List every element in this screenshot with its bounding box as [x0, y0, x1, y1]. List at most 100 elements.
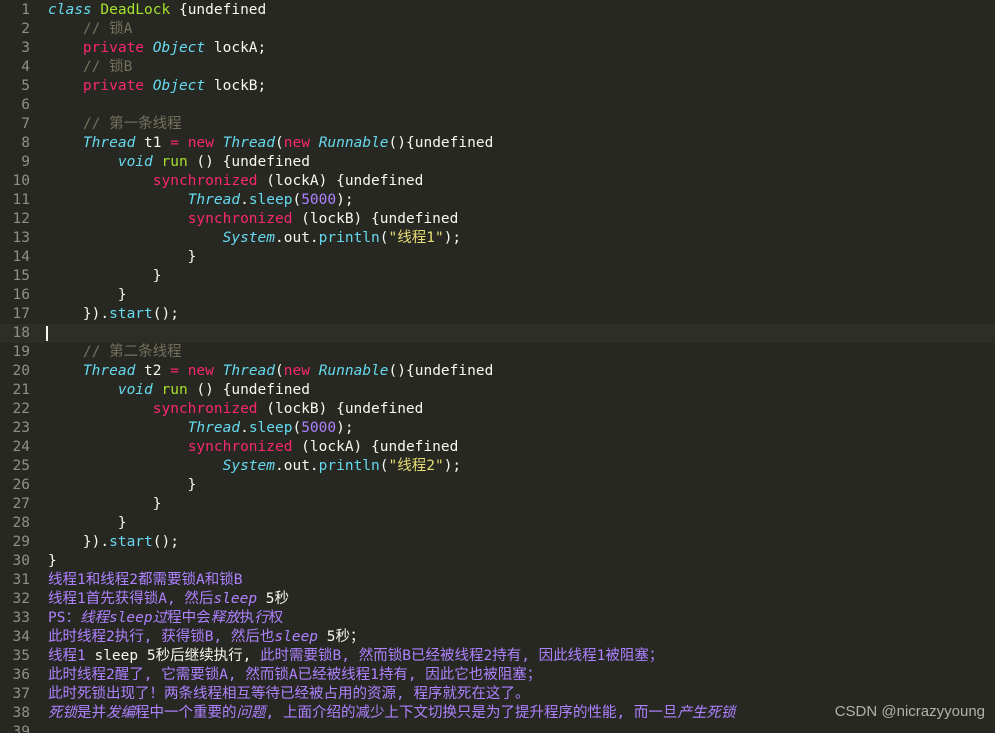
code-line[interactable]: 24 synchronized (lockA) {undefined [0, 438, 995, 457]
code-token: void [117, 382, 153, 398]
code-line[interactable]: 11 Thread.sleep(5000); [0, 191, 995, 210]
code-line[interactable]: 25 System.out.println("线程2"); [0, 457, 995, 476]
code-text: System.out.println("线程2"); [48, 457, 462, 476]
code-token: private [82, 40, 145, 56]
code-line[interactable]: 13 System.out.println("线程1"); [0, 229, 995, 248]
code-line[interactable]: 32 线程1首先获得锁A, 然后sleep 5秒 [0, 590, 995, 609]
code-token: 死锁 [48, 705, 77, 721]
code-line[interactable]: 19 // 第二条线程 [0, 343, 995, 362]
code-token: Thread [82, 363, 136, 379]
code-line[interactable]: 16 } [0, 286, 995, 305]
code-line[interactable]: 35 线程1 sleep 5秒后继续执行, 此时需要锁B, 然而锁B已经被线程2持… [0, 647, 995, 666]
line-number: 2 [21, 21, 30, 37]
code-token: new [283, 135, 310, 151]
code-line[interactable]: 22 synchronized (lockB) {undefined [0, 400, 995, 419]
code-line[interactable]: 31 线程1和线程2都需要锁A和锁B [0, 571, 995, 590]
code-text: } [48, 514, 127, 533]
code-token: } [48, 249, 197, 265]
code-token: } [48, 496, 162, 512]
code-text: // 锁A [48, 20, 132, 39]
code-line[interactable]: 37 此时死锁出现了！两条线程相互等待已经被占用的资源, 程序就死在这了。 [0, 685, 995, 704]
code-line[interactable]: 36 此时线程2醒了, 它需要锁A, 然而锁A已经被线程1持有, 因此它也被阻塞； [0, 666, 995, 685]
code-line[interactable]: 2 // 锁A [0, 20, 995, 39]
code-token: synchronized [152, 401, 258, 417]
code-token: } [48, 477, 197, 493]
line-number: 14 [12, 249, 30, 265]
code-token: ); [336, 192, 354, 208]
code-text: PS：线程sleep过程中会释放执行权 [48, 609, 283, 628]
code-token: = [170, 135, 179, 151]
code-token: sleep [248, 420, 293, 436]
code-line[interactable]: 14 } [0, 248, 995, 267]
line-number: 12 [12, 211, 30, 227]
code-token: start [109, 306, 153, 322]
line-number: 29 [12, 534, 30, 550]
code-line[interactable]: 27 } [0, 495, 995, 514]
line-number: 24 [12, 439, 30, 455]
code-token: println [318, 230, 380, 246]
code-text: }).start(); [48, 533, 179, 552]
code-token: (); [152, 306, 179, 322]
code-line[interactable]: 23 Thread.sleep(5000); [0, 419, 995, 438]
code-token: , 上面介绍的减少上下文切换只是为了提升程序的性能, 而一旦 [265, 705, 678, 721]
code-token: . [240, 192, 249, 208]
code-line[interactable]: 38 死锁是并发编程中一个重要的问题, 上面介绍的减少上下文切换只是为了提升程序的… [0, 704, 995, 723]
code-line[interactable]: 15 } [0, 267, 995, 286]
line-number: 27 [12, 496, 30, 512]
code-line[interactable]: 1 class DeadLock {undefined [0, 1, 995, 20]
code-token: (lockA) {undefined [292, 439, 459, 455]
code-line[interactable]: 9 void run () {undefined [0, 153, 995, 172]
code-text: } [48, 267, 162, 286]
code-line[interactable]: 18 [0, 324, 995, 343]
line-number: 9 [21, 154, 30, 170]
line-number: 5 [21, 78, 30, 94]
code-line[interactable]: 12 synchronized (lockB) {undefined [0, 210, 995, 229]
code-line[interactable]: 21 void run () {undefined [0, 381, 995, 400]
code-text: synchronized (lockA) {undefined [48, 438, 459, 457]
line-number: 7 [21, 116, 30, 132]
code-line[interactable]: 29 }).start(); [0, 533, 995, 552]
code-line[interactable]: 26 } [0, 476, 995, 495]
line-number: 28 [12, 515, 30, 531]
code-line[interactable]: 5 private Object lockB; [0, 77, 995, 96]
code-token: 5000 [301, 420, 337, 436]
code-line[interactable]: 7 // 第一条线程 [0, 115, 995, 134]
code-token: ); [336, 420, 354, 436]
code-line[interactable]: 28 } [0, 514, 995, 533]
code-line[interactable]: 17 }).start(); [0, 305, 995, 324]
code-text: 此时死锁出现了！两条线程相互等待已经被占用的资源, 程序就死在这了。 [48, 685, 529, 704]
code-line[interactable]: 30} [0, 552, 995, 571]
code-line[interactable]: 3 private Object lockA; [0, 39, 995, 58]
code-line[interactable]: 20 Thread t2 = new Thread(new Runnable()… [0, 362, 995, 381]
code-token: synchronized [187, 211, 293, 227]
line-number: 11 [12, 192, 30, 208]
code-token: (); [152, 534, 179, 550]
code-token: . [240, 420, 249, 436]
code-token: Thread [187, 420, 241, 436]
code-token: ); [443, 458, 462, 474]
code-token: sleep [248, 192, 293, 208]
code-text: 线程1和线程2都需要锁A和锁B [48, 571, 242, 590]
code-line[interactable]: 33 PS：线程sleep过程中会释放执行权 [0, 609, 995, 628]
code-line[interactable]: 8 Thread t1 = new Thread(new Runnable(){… [0, 134, 995, 153]
line-number: 10 [12, 173, 30, 189]
line-number: 4 [21, 59, 30, 75]
code-line[interactable]: 39 [0, 723, 995, 733]
code-token: = [170, 363, 179, 379]
code-line[interactable]: 4 // 锁B [0, 58, 995, 77]
line-number: 33 [12, 610, 30, 626]
code-editor[interactable]: CSDN @nicrazyyoung 1 class DeadLock {unde… [0, 0, 995, 733]
code-token: System [222, 458, 275, 474]
code-text: synchronized (lockB) {undefined [48, 400, 424, 419]
code-line[interactable]: 6 [0, 96, 995, 115]
code-line[interactable]: 10 synchronized (lockA) {undefined [0, 172, 995, 191]
code-line[interactable]: 34 此时线程2执行, 获得锁B, 然后也sleep 5秒； [0, 628, 995, 647]
